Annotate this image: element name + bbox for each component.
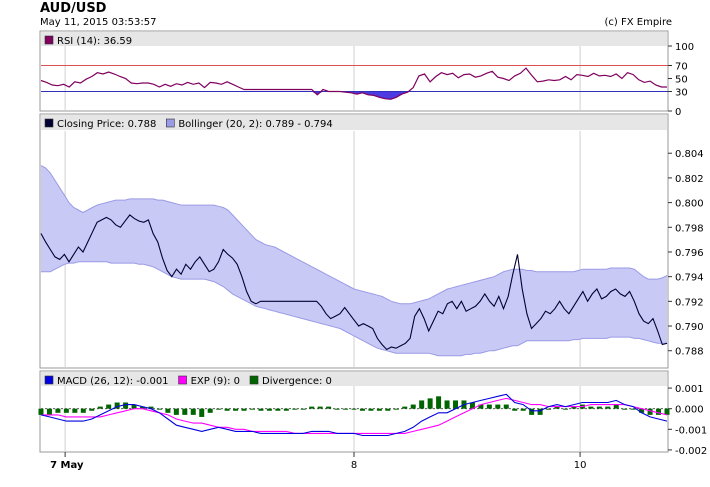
divergence-bar [224, 408, 230, 411]
divergence-bar [106, 404, 112, 409]
divergence-bar [596, 406, 602, 409]
divergence-bar [410, 404, 416, 409]
divergence-bar [38, 408, 44, 415]
y-tick-label: 0.001 [675, 384, 704, 395]
divergence-bar [436, 396, 442, 409]
divergence-bar [258, 408, 264, 411]
divergence-bar [588, 406, 594, 409]
divergence-bar [427, 398, 433, 409]
legend-swatch [44, 375, 54, 385]
divergence-bar [317, 406, 323, 409]
chart-canvas: RSI (14): 36.59 100 70 50 30 0 Closing Price:… [38, 30, 707, 471]
divergence-bar [444, 400, 450, 409]
divergence-bar [123, 402, 129, 409]
divergence-bar [613, 404, 619, 409]
legend-bar [41, 32, 667, 46]
divergence-bar [63, 408, 69, 413]
divergence-bar [562, 408, 568, 410]
y-tick-label: 50 [675, 75, 688, 86]
divergence-bar [199, 408, 205, 417]
divergence-bar [546, 408, 552, 410]
divergence-bar [72, 408, 78, 413]
price-panel: Closing Price: 0.788 Bollinger (20, 2): 0… [39, 113, 704, 369]
divergence-bar [368, 408, 374, 411]
macd-panel: MACD (26, 12): -0.001 EXP (9): 0 Divergenc… [38, 370, 707, 457]
divergence-bar [402, 406, 408, 409]
legend-label: MACD (26, 12): -0.001 [57, 376, 169, 387]
divergence-bar [520, 408, 526, 411]
legend-label: EXP (9): 0 [191, 376, 240, 387]
legend-label: RSI (14): 36.59 [57, 36, 132, 47]
divergence-bar [216, 408, 222, 410]
divergence-bar [486, 404, 492, 409]
legend-label: Closing Price: 0.788 [57, 119, 156, 130]
divergence-bar [97, 406, 103, 409]
divergence-bar [385, 408, 391, 411]
y-tick-label: 0.792 [675, 297, 704, 308]
legend-swatch [249, 375, 259, 385]
divergence-bar [622, 408, 628, 410]
y-tick-label: 0.788 [675, 347, 704, 358]
divergence-bar [343, 408, 349, 410]
legend-swatch [178, 375, 187, 385]
divergence-bar [182, 408, 188, 415]
rsi-panel: RSI (14): 36.59 100 70 50 30 0 [39, 30, 694, 118]
divergence-bar [241, 408, 247, 411]
divergence-bar [512, 408, 518, 411]
x-tick-label: 8 [351, 460, 357, 471]
divergence-bar [173, 408, 179, 415]
divergence-bar [419, 400, 425, 409]
divergence-bar [89, 408, 95, 411]
y-tick-label: 70 [675, 62, 688, 73]
y-tick-label: -0.001 [675, 425, 707, 436]
divergence-bar [495, 404, 501, 409]
y-tick-label: 0.000 [675, 405, 704, 416]
legend-label: Bollinger (20, 2): 0.789 - 0.794 [178, 119, 332, 130]
divergence-bar [190, 408, 196, 415]
divergence-bar [156, 408, 162, 410]
divergence-bar [207, 408, 213, 413]
divergence-bar [249, 408, 255, 410]
y-tick-label: -0.002 [675, 446, 707, 457]
divergence-bar [233, 408, 239, 411]
y-tick-label: 30 [675, 88, 688, 99]
y-tick-label: 0.800 [675, 199, 704, 210]
legend-swatch [44, 118, 54, 128]
divergence-bar [334, 408, 340, 410]
divergence-bar [630, 408, 636, 410]
y-tick-label: 0.798 [675, 223, 704, 234]
divergence-bar [283, 408, 289, 411]
divergence-bar [300, 408, 306, 410]
x-tick-label: 7 May [50, 460, 84, 471]
divergence-bar [393, 408, 399, 410]
y-tick-label: 100 [675, 42, 694, 53]
y-tick-label: 0 [675, 107, 681, 118]
divergence-bar [165, 408, 171, 413]
y-tick-label: 0.804 [675, 149, 704, 160]
divergence-bar [656, 408, 662, 415]
divergence-bar [275, 408, 281, 411]
divergence-bar [46, 408, 52, 415]
legend-swatch [166, 118, 175, 128]
x-axis: 7 May 8 10 [50, 452, 586, 471]
divergence-bar [80, 408, 86, 413]
divergence-bar [376, 408, 382, 411]
legend-label: Divergence: 0 [262, 376, 332, 387]
divergence-bar [266, 408, 272, 411]
divergence-bar [309, 406, 315, 409]
legend-swatch [44, 35, 54, 45]
x-tick-label: 10 [574, 460, 587, 471]
y-tick-label: 0.794 [675, 273, 704, 284]
y-tick-label: 0.790 [675, 322, 704, 333]
divergence-bar [55, 408, 61, 413]
divergence-bar [359, 408, 365, 411]
divergence-bar [351, 408, 357, 410]
y-tick-label: 0.802 [675, 174, 704, 185]
divergence-bar [647, 408, 653, 415]
divergence-bar [503, 404, 509, 409]
divergence-bar [326, 406, 332, 409]
divergence-bar [605, 406, 611, 409]
divergence-bar [292, 408, 298, 410]
y-tick-label: 0.796 [675, 248, 704, 259]
